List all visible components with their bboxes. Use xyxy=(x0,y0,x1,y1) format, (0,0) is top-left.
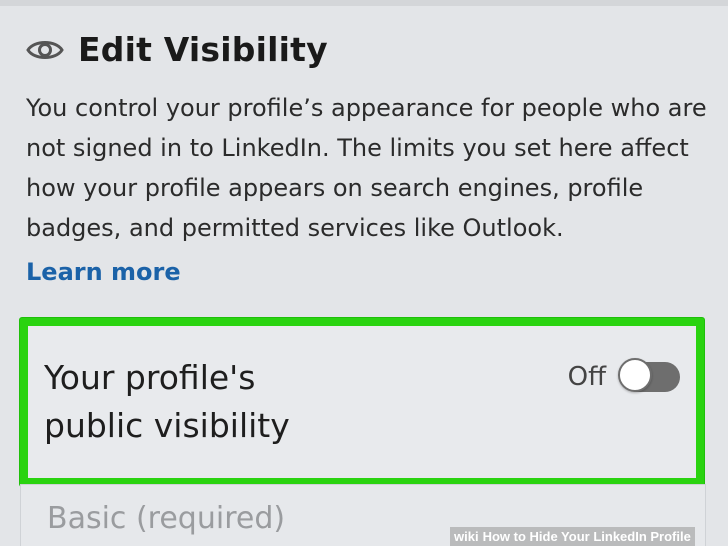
basic-section-label: Basic (required) xyxy=(47,501,286,536)
top-divider xyxy=(0,0,728,6)
page-title: Edit Visibility xyxy=(78,30,328,69)
visibility-description: You control your profile’s appearance fo… xyxy=(26,94,707,242)
public-visibility-setting: Your profile's public visibility Off xyxy=(20,318,704,486)
public-visibility-control: Off xyxy=(568,354,680,392)
section-header: Edit Visibility xyxy=(26,30,328,69)
wikihow-watermark: wiki How to Hide Your LinkedIn Profile xyxy=(450,527,695,546)
eye-icon xyxy=(26,40,64,59)
toggle-knob xyxy=(618,358,652,392)
public-visibility-toggle[interactable] xyxy=(618,356,680,392)
public-visibility-label: Your profile's public visibility xyxy=(44,358,290,445)
watermark-brand: wiki xyxy=(454,529,479,544)
toggle-state-label: Off xyxy=(567,362,606,392)
watermark-text: How to Hide Your LinkedIn Profile xyxy=(482,529,691,544)
edit-visibility-screen: Edit Visibility You control your profile… xyxy=(0,0,728,546)
learn-more-link[interactable]: Learn more xyxy=(26,258,181,286)
